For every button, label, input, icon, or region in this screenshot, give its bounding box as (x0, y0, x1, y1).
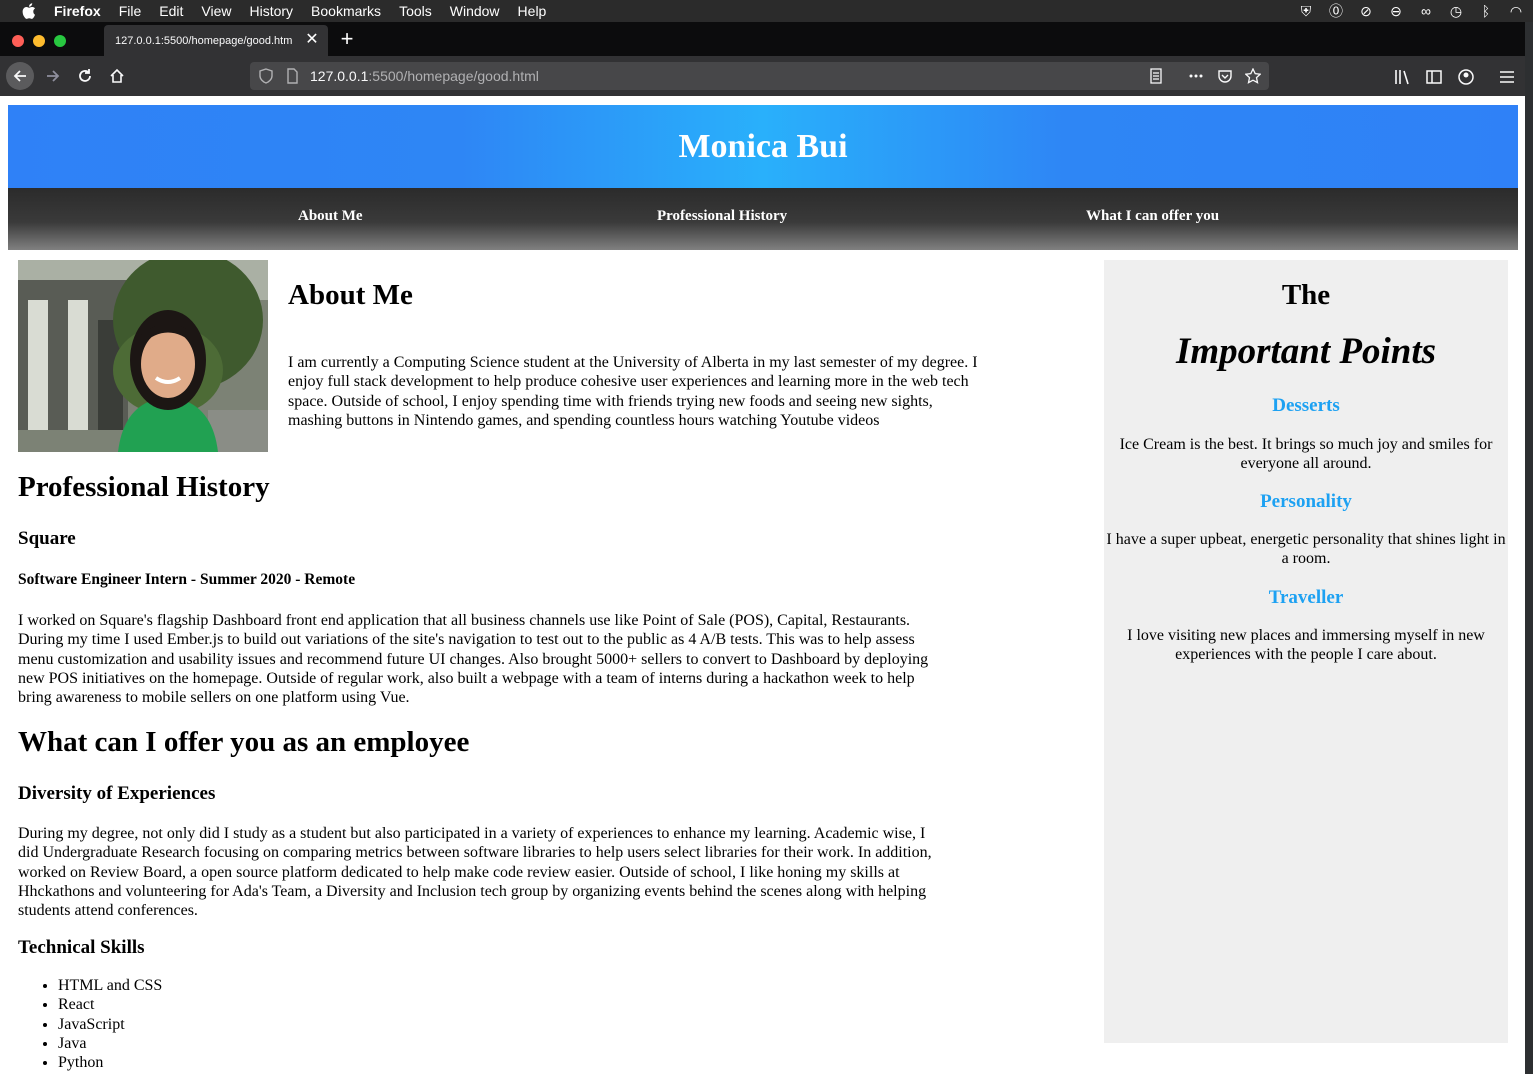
url-host: 127.0.0.1 (310, 68, 369, 84)
paperclip-icon[interactable]: ⊘ (1357, 2, 1375, 20)
menu-file[interactable]: File (119, 3, 142, 19)
reload-icon (79, 69, 91, 82)
menu-help[interactable]: Help (518, 3, 547, 19)
diversity-text: During my degree, not only did I study a… (18, 825, 932, 920)
nav-what-i-can-offer[interactable]: What I can offer you (1086, 208, 1219, 225)
tab-close-icon[interactable]: ✕ (304, 31, 320, 49)
back-button[interactable] (6, 62, 34, 90)
tracking-shield-icon (259, 68, 273, 84)
wifi-icon[interactable]: ◠ (1507, 2, 1525, 20)
window-zoom-button[interactable] (54, 35, 66, 47)
menu-history[interactable]: History (249, 3, 293, 19)
company-name: Square (18, 528, 76, 549)
about-heading: About Me (288, 279, 413, 311)
menu-view[interactable]: View (201, 3, 231, 19)
menu-window[interactable]: Window (450, 3, 500, 19)
point-heading-personality: Personality (1260, 491, 1352, 512)
library-icon[interactable] (1393, 68, 1411, 86)
page-info-icon (287, 68, 298, 84)
job-title: Software Engineer Intern - Summer 2020 -… (18, 571, 356, 588)
reload-button[interactable] (71, 62, 99, 90)
point-heading-traveller: Traveller (1268, 587, 1344, 608)
menubar-status-icons: ⛨ ⓪ ⊘ ⊖ ∞ ◷ ᛒ ◠ (1297, 0, 1525, 22)
url-path: :5500/homepage/good.html (368, 68, 539, 84)
shield-icon[interactable]: ⛨ (1297, 2, 1315, 20)
browser-tab-strip: 127.0.0.1:5500/homepage/good.htm ✕ + (0, 22, 1525, 56)
password-manager-icon[interactable]: ⓪ (1327, 2, 1345, 20)
macos-menubar: Firefox File Edit View History Bookmarks… (0, 0, 1533, 22)
point-heading-desserts: Desserts (1272, 395, 1340, 416)
reader-view-icon (1150, 68, 1162, 84)
point-text-personality: I have a super upbeat, energetic persona… (1106, 531, 1506, 568)
account-icon[interactable] (1457, 68, 1475, 86)
list-item: Java (58, 1034, 162, 1053)
site-header: Monica Bui (8, 105, 1518, 188)
glasses-icon[interactable]: ∞ (1417, 2, 1435, 20)
home-icon (110, 68, 124, 83)
diversity-heading: Diversity of Experiences (18, 783, 216, 804)
site-nav: About Me Professional History What I can… (8, 188, 1518, 250)
list-item: React (58, 995, 162, 1014)
nav-about-me[interactable]: About Me (298, 208, 363, 225)
home-button[interactable] (103, 62, 131, 90)
bookmark-star-icon (1245, 68, 1261, 84)
skills-heading: Technical Skills (18, 937, 145, 958)
skills-list: HTML and CSS React JavaScript Java Pytho… (58, 976, 162, 1072)
browser-tab-active[interactable]: 127.0.0.1:5500/homepage/good.htm ✕ (104, 25, 328, 56)
history-heading: Professional History (18, 471, 270, 503)
point-text-desserts: Ice Cream is the best. It brings so much… (1119, 436, 1493, 473)
history-text: I worked on Square's flagship Dashboard … (18, 612, 929, 707)
time-machine-icon[interactable]: ◷ (1447, 2, 1465, 20)
list-item: HTML and CSS (58, 976, 162, 995)
sidebar-the: The (1281, 279, 1331, 311)
list-item: JavaScript (58, 1015, 162, 1034)
do-not-disturb-icon[interactable]: ⊖ (1387, 2, 1405, 20)
hamburger-menu-icon[interactable] (1498, 68, 1516, 86)
sidebar-toggle-icon[interactable] (1425, 68, 1443, 86)
background-window-edge (1525, 22, 1533, 1074)
window-close-button[interactable] (12, 35, 24, 47)
pocket-icon (1218, 70, 1232, 83)
back-arrow-icon (13, 70, 26, 82)
web-page: Monica Bui About Me Professional History… (0, 96, 1525, 1074)
point-text-traveller: I love visiting new places and immersing… (1127, 627, 1485, 664)
list-item: Python (58, 1053, 162, 1072)
forward-button[interactable] (39, 62, 67, 90)
more-actions-icon (1189, 74, 1203, 78)
menu-bookmarks[interactable]: Bookmarks (311, 3, 381, 19)
menu-edit[interactable]: Edit (159, 3, 183, 19)
url-bar[interactable]: 127.0.0.1:5500/homepage/good.html (250, 62, 1269, 90)
nav-professional-history[interactable]: Professional History (657, 208, 787, 225)
window-minimize-button[interactable] (33, 35, 45, 47)
bluetooth-icon[interactable]: ᛒ (1477, 2, 1495, 20)
apple-icon[interactable] (18, 0, 40, 22)
menu-app-name[interactable]: Firefox (54, 3, 101, 19)
offer-heading: What can I offer you as an employee (18, 726, 470, 758)
tab-title: 127.0.0.1:5500/homepage/good.htm (115, 34, 293, 47)
about-text: I am currently a Computing Science stude… (288, 354, 978, 429)
sidebar-title: Important Points (1175, 331, 1437, 372)
forward-arrow-icon (47, 70, 60, 82)
new-tab-button[interactable]: + (336, 28, 358, 50)
menu-tools[interactable]: Tools (399, 3, 432, 19)
important-points-sidebar: The Important Points Desserts Ice Cream … (1104, 260, 1508, 1043)
site-title: Monica Bui (678, 128, 848, 165)
browser-toolbar: 127.0.0.1:5500/homepage/good.html (0, 56, 1525, 96)
profile-photo (18, 260, 268, 452)
